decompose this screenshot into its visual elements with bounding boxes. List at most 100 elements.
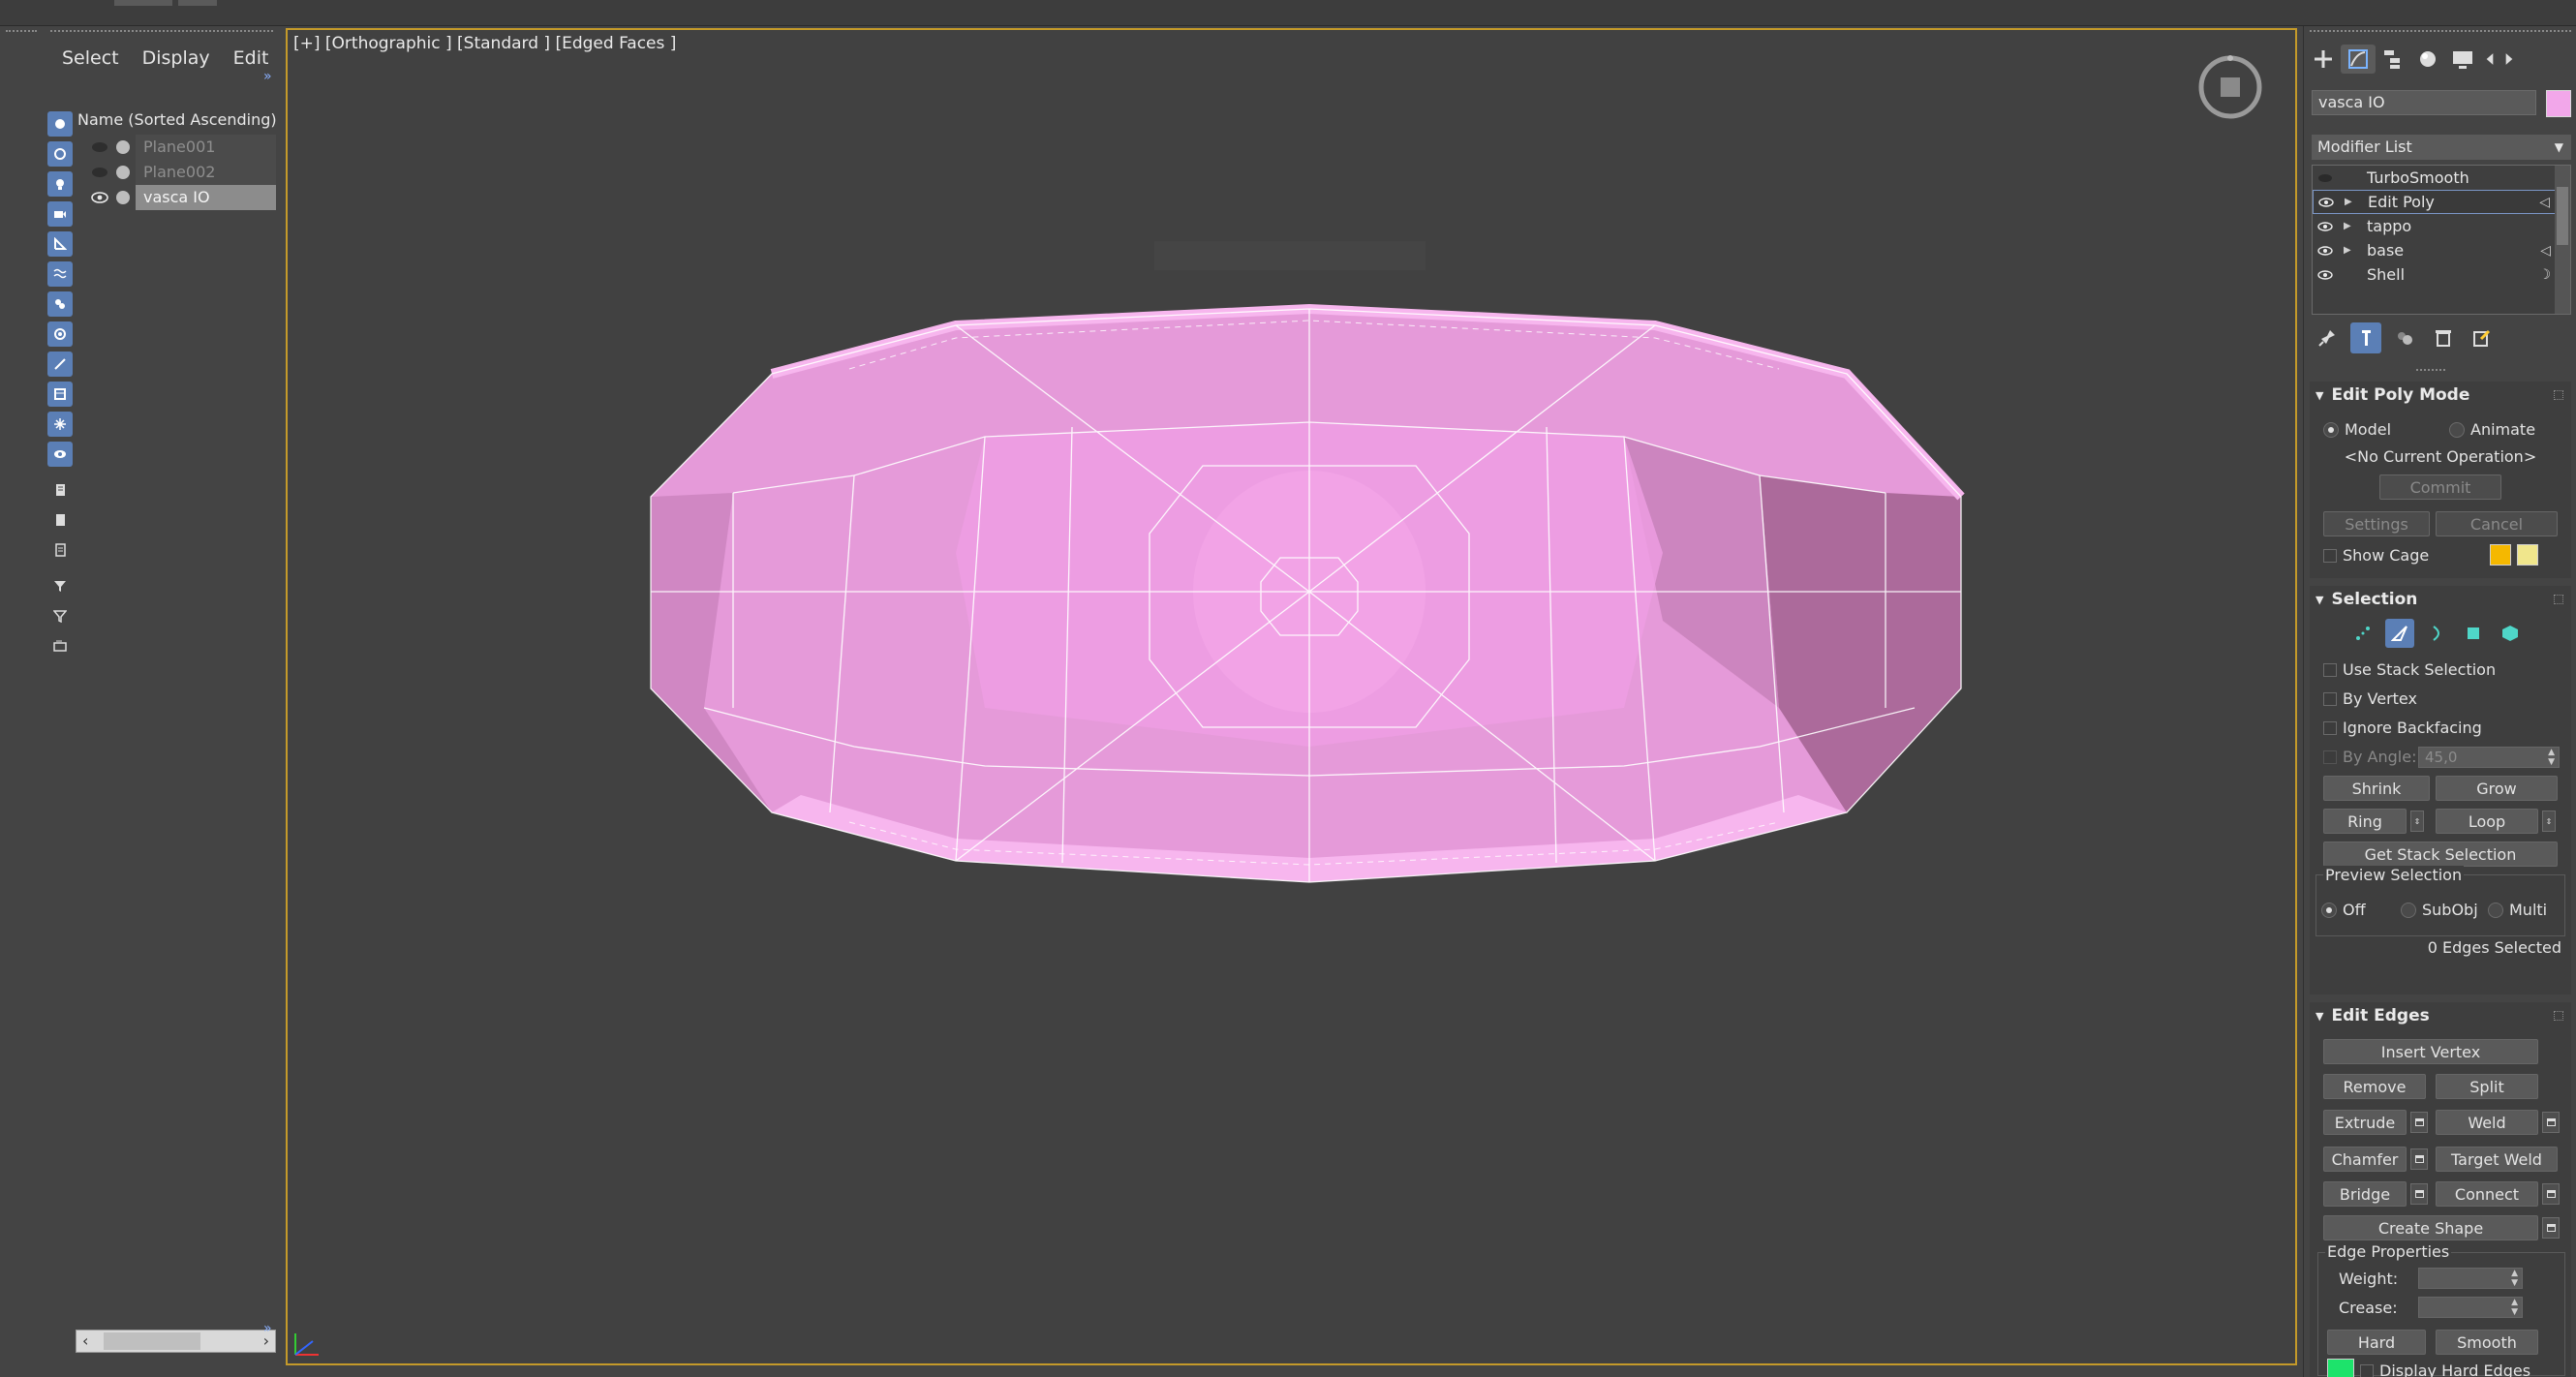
xrefs-filter-icon[interactable]: [47, 321, 73, 347]
connect-button[interactable]: Connect: [2436, 1181, 2538, 1207]
hard-button[interactable]: Hard: [2327, 1330, 2426, 1355]
rollout-pin-icon[interactable]: [2554, 595, 2563, 604]
filter-settings-icon[interactable]: [47, 573, 73, 598]
shrink-button[interactable]: Shrink: [2323, 776, 2430, 801]
preview-off-radio[interactable]: [2321, 903, 2337, 918]
display-none-icon[interactable]: [47, 111, 73, 137]
chamfer-settings-icon[interactable]: [2410, 1148, 2428, 1170]
menu-display[interactable]: Display: [131, 44, 222, 73]
stack-item-turbosmooth[interactable]: TurboSmooth: [2313, 166, 2570, 190]
visibility-off-icon[interactable]: [89, 138, 110, 157]
spinner-arrows-icon[interactable]: ▲ ▼: [2511, 1298, 2518, 1317]
vertex-subobject-icon[interactable]: [2348, 619, 2377, 648]
geometry-filter-icon[interactable]: [47, 141, 73, 167]
tab-scroll-left-icon[interactable]: [2480, 45, 2499, 74]
modifier-off-icon[interactable]: [2313, 169, 2338, 187]
scene-object-row[interactable]: Plane002: [77, 160, 276, 185]
modifier-on-eye-icon[interactable]: [2313, 266, 2338, 284]
visibility-off-icon[interactable]: [89, 164, 110, 182]
display-all-icon[interactable]: [47, 477, 73, 503]
pin-stack-icon[interactable]: [2312, 322, 2343, 353]
stack-item-tappo[interactable]: ▶ tappo: [2313, 214, 2570, 238]
tab-scroll-right-icon[interactable]: [2499, 45, 2519, 74]
extrude-button[interactable]: Extrude: [2323, 1110, 2407, 1135]
polygon-subobject-icon[interactable]: [2459, 619, 2488, 648]
extrude-settings-icon[interactable]: [2410, 1112, 2428, 1133]
freeze-dot-icon[interactable]: [116, 140, 130, 154]
spinner-arrows-icon[interactable]: ▲ ▼: [2511, 1269, 2518, 1288]
viewcube-compass-icon[interactable]: [2194, 51, 2266, 127]
panel-grip[interactable]: [50, 30, 273, 34]
expand-arrows-icon[interactable]: »: [263, 1321, 272, 1336]
hard-edge-color-swatch[interactable]: [2327, 1359, 2354, 1377]
element-subobject-icon[interactable]: [2496, 619, 2525, 648]
toolbar-tab[interactable]: [114, 0, 172, 6]
mesh-object-vasca[interactable]: [288, 30, 2295, 1363]
scene-object-row[interactable]: vasca IO: [77, 185, 276, 210]
scrollbar-thumb[interactable]: [104, 1332, 200, 1350]
scrollbar-thumb[interactable]: [2557, 187, 2568, 245]
hierarchy-tab-icon[interactable]: [2376, 45, 2410, 74]
edge-subobject-icon[interactable]: [2385, 619, 2414, 648]
rollout-header[interactable]: ▼ Edit Edges: [2310, 1002, 2571, 1029]
smooth-button[interactable]: Smooth: [2436, 1330, 2538, 1355]
cage-color-swatch[interactable]: [2490, 544, 2511, 566]
by-angle-checkbox[interactable]: [2323, 750, 2337, 764]
loop-button[interactable]: Loop: [2436, 809, 2538, 834]
remove-modifier-icon[interactable]: [2428, 322, 2459, 353]
remove-button[interactable]: Remove: [2323, 1074, 2426, 1099]
ring-button[interactable]: Ring: [2323, 809, 2407, 834]
make-unique-icon[interactable]: [2389, 322, 2420, 353]
configure-modifier-sets-icon[interactable]: [2467, 322, 2498, 353]
create-shape-settings-icon[interactable]: [2542, 1217, 2560, 1239]
scene-object-row[interactable]: Plane001: [77, 135, 276, 160]
expand-triangle-icon[interactable]: ▶: [2344, 245, 2355, 256]
groups-filter-icon[interactable]: [47, 291, 73, 317]
by-vertex-checkbox[interactable]: [2323, 692, 2337, 706]
settings-button[interactable]: Settings: [2323, 511, 2430, 536]
modifier-list-dropdown[interactable]: Modifier List ▼: [2312, 135, 2571, 160]
ignore-backfacing-checkbox[interactable]: [2323, 721, 2337, 735]
create-tab-icon[interactable]: [2306, 45, 2341, 74]
helpers-filter-icon[interactable]: [47, 231, 73, 257]
scroll-left-icon[interactable]: ‹: [82, 1331, 88, 1350]
insert-vertex-button[interactable]: Insert Vertex: [2323, 1039, 2538, 1064]
bridge-settings-icon[interactable]: [2410, 1183, 2428, 1205]
split-button[interactable]: Split: [2436, 1074, 2538, 1099]
explorer-horizontal-scrollbar[interactable]: ‹ ›: [76, 1330, 276, 1353]
animate-radio[interactable]: [2449, 422, 2465, 438]
stack-item-base[interactable]: ▶ base ◁: [2313, 238, 2570, 262]
display-tab-icon[interactable]: [2445, 45, 2480, 74]
expand-triangle-icon[interactable]: ▶: [2344, 221, 2355, 231]
list-column-header[interactable]: Name (Sorted Ascending): [77, 110, 277, 129]
loop-spinner-icon[interactable]: ⇕: [2542, 811, 2556, 832]
expand-triangle-icon[interactable]: ▶: [2345, 197, 2356, 207]
toolbar-tab[interactable]: [178, 0, 217, 6]
expand-arrows-icon[interactable]: »: [263, 69, 272, 84]
containers-filter-icon[interactable]: [47, 382, 73, 407]
layer-explorer-icon[interactable]: [47, 633, 73, 658]
ring-spinner-icon[interactable]: ⇕: [2410, 811, 2424, 832]
preview-subobj-radio[interactable]: [2401, 903, 2416, 918]
modifier-on-eye-icon[interactable]: [2314, 194, 2339, 211]
target-weld-button[interactable]: Target Weld: [2436, 1147, 2558, 1172]
show-end-result-icon[interactable]: [2350, 322, 2381, 353]
motion-tab-icon[interactable]: [2410, 45, 2445, 74]
stack-scrollbar[interactable]: [2555, 166, 2570, 314]
weight-spinner[interactable]: ▲ ▼: [2418, 1268, 2523, 1289]
cage-selected-color-swatch[interactable]: [2517, 544, 2538, 566]
bridge-button[interactable]: Bridge: [2323, 1181, 2407, 1207]
by-angle-spinner[interactable]: 45,0 ▲ ▼: [2418, 747, 2560, 768]
grow-button[interactable]: Grow: [2436, 776, 2558, 801]
create-shape-button[interactable]: Create Shape: [2323, 1215, 2538, 1240]
rollout-header[interactable]: ▼ Selection: [2310, 586, 2571, 613]
rollout-pin-icon[interactable]: [2554, 390, 2563, 400]
bones-filter-icon[interactable]: [47, 352, 73, 377]
weld-settings-icon[interactable]: [2542, 1112, 2560, 1133]
connect-settings-icon[interactable]: [2542, 1183, 2560, 1205]
spinner-arrows-icon[interactable]: ▲ ▼: [2548, 748, 2555, 767]
get-stack-selection-button[interactable]: Get Stack Selection: [2323, 842, 2558, 867]
object-color-swatch[interactable]: [2546, 90, 2571, 117]
visibility-on-icon[interactable]: [89, 189, 110, 207]
model-radio[interactable]: [2323, 422, 2339, 438]
